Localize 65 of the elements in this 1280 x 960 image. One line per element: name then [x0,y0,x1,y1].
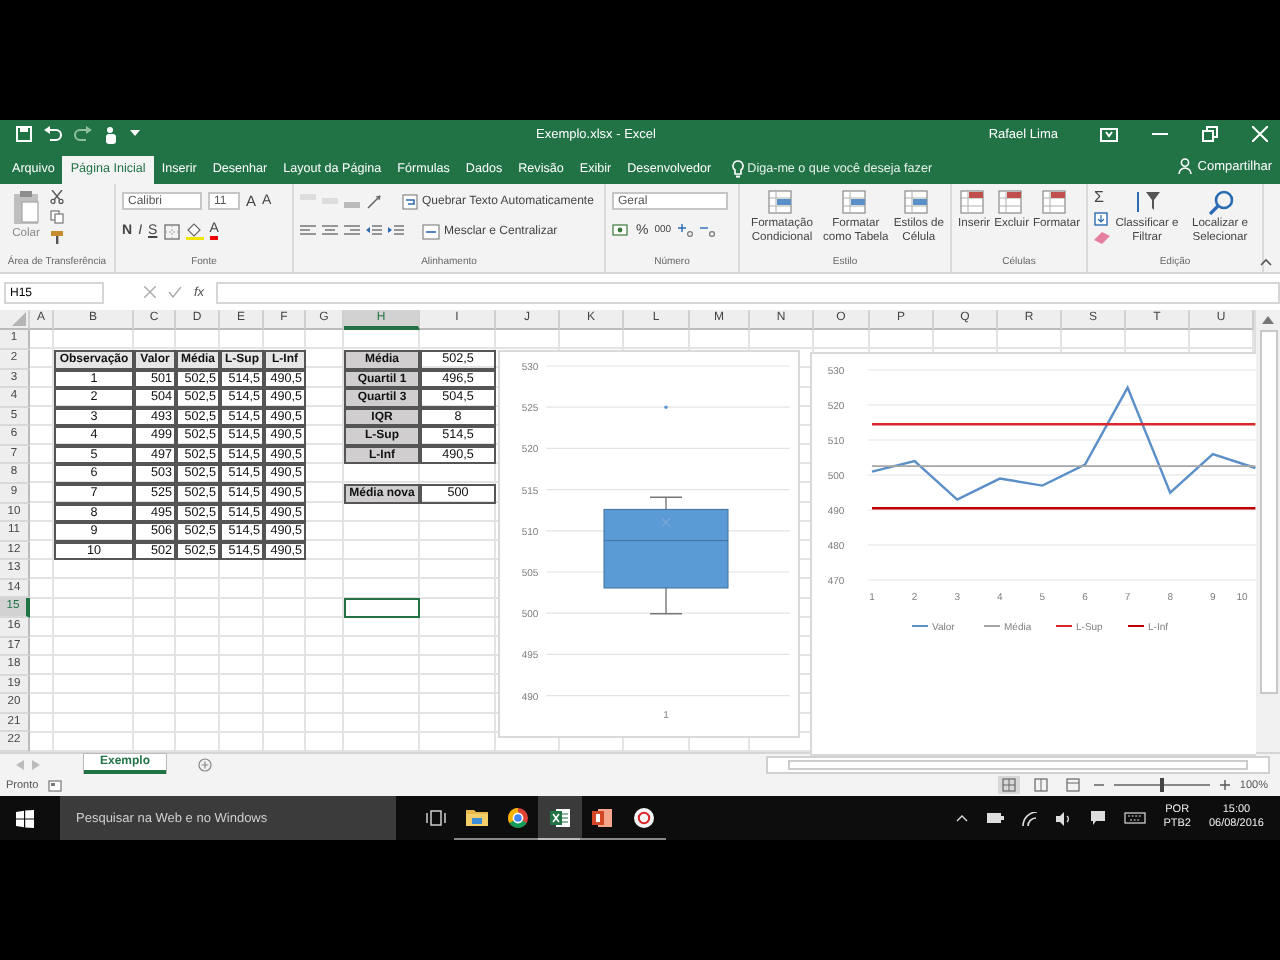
format-painter-icon[interactable] [50,229,64,244]
collapse-ribbon-icon[interactable] [1260,258,1272,267]
folder-icon [465,808,487,826]
add-sheet-icon[interactable] [198,757,213,772]
wrap-text-icon [402,193,418,210]
person-icon [1177,158,1192,175]
decrease-decimal-icon[interactable] [699,224,716,239]
table-icon [1042,189,1071,216]
show-hidden-icons-caret-icon[interactable] [955,814,968,822]
table-icon [997,189,1026,216]
borders-icon[interactable] [163,223,180,240]
spreadsheet-app-icon [550,807,570,827]
ribbon-display-icon[interactable] [1100,127,1118,142]
close-icon[interactable] [1252,126,1268,143]
table-icon [960,189,989,216]
volume-icon[interactable] [1055,811,1072,825]
minimize-icon[interactable] [1152,132,1168,137]
text-orientation-icon[interactable] [366,193,384,210]
browser-icon [508,807,528,827]
save-icon[interactable] [16,126,32,143]
clipboard-icon [12,189,40,224]
redo-icon[interactable] [74,126,92,143]
sort-filter-icon [1133,189,1161,216]
autosum-button[interactable]: Σ [1094,189,1104,206]
normal-view-icon[interactable] [997,776,1020,795]
table-icon [841,189,870,216]
search-icon [1207,189,1233,216]
indent-icon[interactable] [388,224,404,239]
task-view-icon[interactable] [426,810,446,826]
box-plot-drawing [603,497,729,616]
table-icon [904,189,933,216]
keyboard-icon[interactable] [1123,812,1146,824]
zoom-out-icon[interactable] [1093,780,1104,791]
scissors-icon[interactable] [50,189,64,204]
scroll-up-icon[interactable] [1262,316,1274,325]
formula-field[interactable] [216,281,1280,304]
taskbar-app[interactable] [538,796,582,840]
presentation-app-icon [592,807,612,827]
horizontal-align-icon[interactable] [344,224,360,239]
undo-icon[interactable] [44,126,62,143]
battery-icon[interactable] [985,812,1004,824]
fill-color-icon[interactable] [185,222,204,241]
horizontal-scrollbar[interactable] [766,755,1270,774]
zoom-in-icon[interactable] [1219,780,1230,791]
circle-app-icon [634,807,654,827]
vertical-scrollbar[interactable] [1254,310,1280,753]
windows-start-icon[interactable] [16,809,34,827]
currency-icon[interactable] [612,224,630,239]
macro-record-icon[interactable] [48,779,63,792]
zoom-slider-thumb[interactable] [1159,778,1164,793]
restore-icon[interactable] [1202,126,1218,143]
horizontal-align-icon[interactable] [300,224,316,239]
horizontal-align-icon[interactable] [322,224,338,239]
increase-decimal-icon[interactable] [677,224,694,239]
selected-cell[interactable] [344,598,420,619]
notifications-icon[interactable] [1089,810,1106,826]
lightbulb-icon [731,159,744,178]
fill-down-icon[interactable] [1094,211,1108,226]
wifi-icon[interactable] [1021,811,1038,825]
touch-mode-icon[interactable] [104,125,118,144]
table-icon [768,189,796,216]
indent-icon[interactable] [366,224,382,239]
merge-cells-icon [422,223,440,240]
customize-caret-icon[interactable] [130,130,140,139]
copy-icon[interactable] [50,209,64,224]
